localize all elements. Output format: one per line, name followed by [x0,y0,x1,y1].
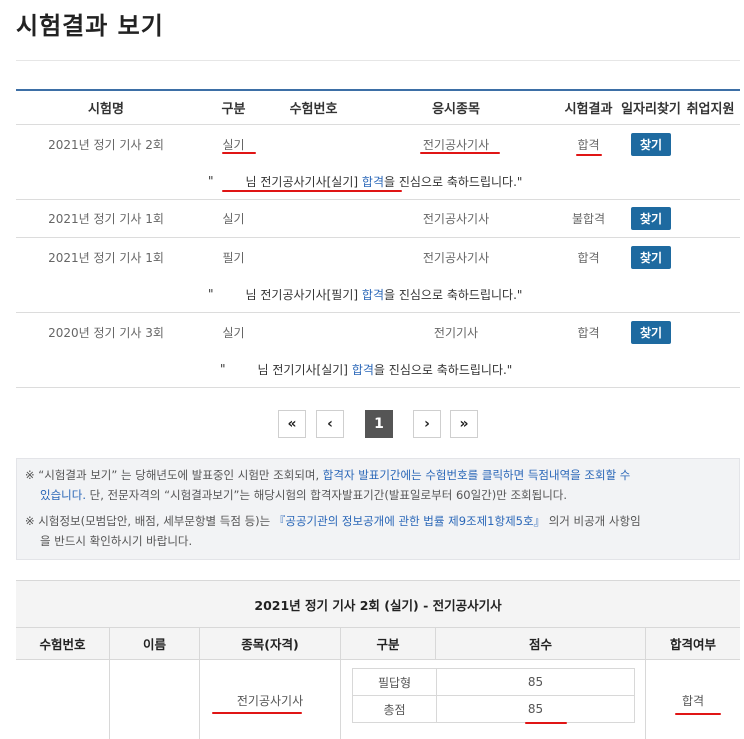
congrats-message-row: " 님 전기기사[실기] 합격 을 진심으로 축하드립니다." [16,351,740,388]
red-underline-mark [222,152,256,154]
exam-result: 합격 [577,325,600,340]
exam-type: 실기 [222,212,245,226]
notice-line1: ※ “시험결과 보기” 는 당해년도에 발표중인 시험만 조회되며, [25,468,323,482]
pagination: « ‹ 1 › » [0,410,744,438]
exam-subject: 전기공사기사 [422,212,490,226]
message-rest: 을 진심으로 축하드립니다." [373,362,513,377]
exam-subject: 전기공사기사 [422,250,490,265]
exam-result: 불합격 [571,212,606,226]
first-page-button[interactable]: « [278,410,306,438]
detail-exam-number [16,660,110,739]
exam-name: 2021년 정기 기사 1회 [48,212,164,226]
red-underline-mark [222,190,402,192]
red-underline-mark [420,152,500,154]
message-text: 님 전기공사기사[필기] [245,287,359,302]
exam-name: 2021년 정기 기사 2회 [48,137,164,152]
job-search-button[interactable]: 찾기 [630,132,672,156]
red-underline-mark [576,154,602,156]
notice-line2: 단, 전문자격의 “시험결과보기”는 해당시험의 합격자발표기간(발표일로부터 … [85,488,568,502]
exam-number[interactable] [271,313,356,351]
page-title: 시험결과 보기 [16,12,164,40]
header-exam-number: 수험번호 [289,102,338,117]
page-1-button[interactable]: 1 [365,410,393,438]
prev-page-button[interactable]: ‹ [316,410,344,438]
message-rest: 을 진심으로 축하드립니다." [384,287,523,302]
detail-header-name: 이름 [110,628,200,660]
score-value: 85 [436,668,635,696]
results-table: 시험명 구분 수험번호 응시종목 시험결과 일자리찾기 취업지원 2021년 정… [16,89,740,388]
detail-pass: 합격 [681,693,705,708]
table-row: 2021년 정기 기사 2회 실기 전기공사기사 합격 찾기 [16,125,740,163]
detail-name [110,660,200,739]
score-value: 85 [436,695,635,723]
red-underline-mark [212,712,302,714]
message-open-quote: " [208,174,214,188]
header-exam-name: 시험명 [88,102,124,117]
congrats-message-row: " 님 전기공사기사[필기] 합격 을 진심으로 축하드립니다." [16,276,740,313]
red-underline-mark [525,722,567,724]
notice-law-link[interactable]: 『공공기관의 정보공개에 관한 법률 제9조제1항제5호』 [274,514,545,528]
exam-name: 2021년 정기 기사 1회 [48,250,164,265]
detail-title: 2021년 정기 기사 2회 (실기) - 전기공사기사 [16,581,740,628]
congrats-message-row: " 님 전기공사기사[실기] 합격 을 진심으로 축하드립니다." [16,163,740,200]
table-row: 2020년 정기 기사 3회 실기 전기기사 합격 찾기 [16,313,740,351]
message-open-quote: " [208,287,214,301]
detail-header-subject: 종목(자격) [200,628,341,660]
next-page-button[interactable]: › [413,410,441,438]
header-employment-support: 취업지원 [686,102,735,117]
detail-header-pass: 합격여부 [646,628,740,660]
exam-number[interactable] [271,200,356,237]
exam-type: 필기 [222,250,245,265]
detail-header-type: 구분 [341,628,436,660]
message-rest: 을 진심으로 축하드립니다." [384,174,523,189]
score-label: 총점 [352,695,437,723]
notice-line1-link: 합격자 발표기간에는 수험번호를 클릭하면 득점내역을 조회할 수 [322,468,631,482]
table-row: 2021년 정기 기사 1회 실기 전기공사기사 불합격 찾기 [16,200,740,238]
message-open-quote: " [220,362,226,376]
notice-line4: 을 반드시 확인하시기 바랍니다. [40,534,193,548]
exam-result: 합격 [577,137,600,152]
message-pass: 합격 [361,174,384,189]
message-text: 님 전기공사기사[실기] [245,174,359,189]
exam-type: 실기 [222,325,245,340]
notice-line3: ※ 시험정보(모범답안, 배점, 세부문항별 득점 등)는 [25,514,274,528]
header-subject: 응시종목 [432,102,480,117]
exam-subject: 전기공사기사 [422,137,490,152]
message-pass: 합격 [361,287,384,302]
notice-line3-end: 의거 비공개 사항임 [545,514,641,528]
detail-header-score: 점수 [436,628,646,660]
exam-number[interactable] [271,125,356,163]
exam-subject: 전기기사 [433,325,479,340]
message-pass: 합격 [351,362,374,377]
score-detail-table: 2021년 정기 기사 2회 (실기) - 전기공사기사 수험번호 이름 종목(… [16,580,740,739]
red-underline-mark [675,713,721,715]
last-page-button[interactable]: » [450,410,478,438]
exam-name: 2020년 정기 기사 3회 [48,325,164,340]
notice-line2-link: 있습니다. [40,488,86,502]
header-type: 구분 [221,102,246,117]
exam-number[interactable] [271,238,356,276]
job-search-button[interactable]: 찾기 [630,207,672,230]
job-search-button[interactable]: 찾기 [630,245,672,269]
detail-header-exam-number: 수험번호 [16,628,110,660]
exam-result: 합격 [577,250,600,265]
notice-box: ※ “시험결과 보기” 는 당해년도에 발표중인 시험만 조회되며, 합격자 발… [16,458,740,560]
header-job-search: 일자리찾기 [621,102,681,117]
title-divider [16,60,740,61]
results-header-row: 시험명 구분 수험번호 응시종목 시험결과 일자리찾기 취업지원 [16,91,740,125]
detail-subject: 전기공사기사 [200,660,341,739]
job-search-button[interactable]: 찾기 [630,320,672,344]
score-label: 필답형 [352,668,437,696]
message-text: 님 전기기사[실기] [257,362,348,377]
table-row: 2021년 정기 기사 1회 필기 전기공사기사 합격 찾기 [16,238,740,276]
exam-type: 실기 [222,137,245,152]
header-result: 시험결과 [564,102,613,117]
